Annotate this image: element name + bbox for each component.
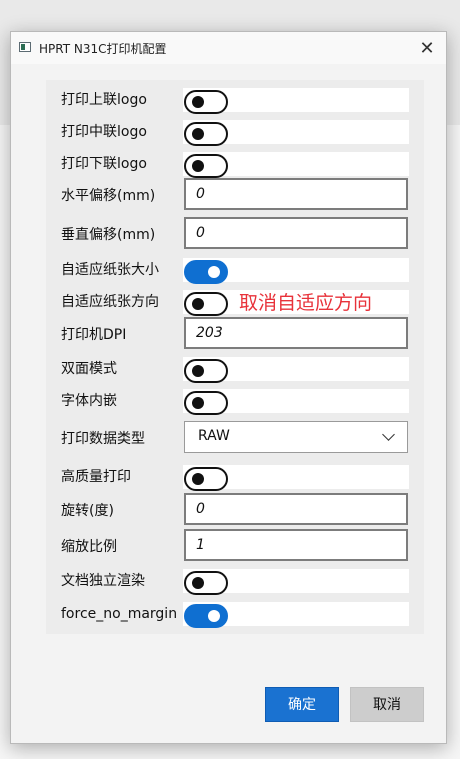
toggle-switch[interactable] <box>184 154 228 178</box>
toggle-switch[interactable] <box>184 122 228 146</box>
setting-row-10: 字体内嵌 <box>61 387 413 415</box>
setting-row-15: 文档独立渲染 <box>61 567 413 595</box>
cancel-button[interactable]: 取消 <box>350 687 424 722</box>
setting-label: 垂直偏移(mm) <box>61 227 156 243</box>
setting-row-12: 高质量打印 <box>61 463 413 491</box>
toggle-switch[interactable] <box>184 604 228 628</box>
data-type-select[interactable]: RAW <box>184 421 408 453</box>
setting-row-11: 打印数据类型 RAW <box>61 421 413 453</box>
toggle-switch[interactable] <box>184 90 228 114</box>
setting-label: 打印上联logo <box>61 92 147 108</box>
toggle-knob <box>192 128 204 140</box>
setting-label: 字体内嵌 <box>61 393 117 409</box>
setting-label: 打印中联logo <box>61 124 147 140</box>
toggle-switch[interactable] <box>184 359 228 383</box>
select-value: RAW <box>198 428 230 444</box>
toggle-knob <box>208 266 220 278</box>
setting-row-14: 缩放比例 <box>61 529 413 561</box>
text-input[interactable] <box>184 178 408 210</box>
settings-panel: 打印上联logo 打印中联logo 打印下联logo 水平偏移(mm) 垂直偏移(mm)… <box>46 80 424 634</box>
setting-label: force_no_margin <box>61 606 178 622</box>
chevron-down-icon <box>382 428 395 441</box>
setting-label: 文档独立渲染 <box>61 573 145 589</box>
text-input[interactable] <box>184 529 408 561</box>
toggle-knob <box>192 365 204 377</box>
toggle-knob <box>192 397 204 409</box>
setting-row-5: 垂直偏移(mm) <box>61 217 413 249</box>
close-icon[interactable]: ✕ <box>408 32 446 64</box>
setting-row-8: 打印机DPI <box>61 317 413 349</box>
setting-row-4: 水平偏移(mm) <box>61 178 413 210</box>
toggle-knob <box>208 610 220 622</box>
setting-row-2: 打印中联logo <box>61 118 413 146</box>
dialog-titlebar: HPRT N31C打印机配置 ✕ <box>11 32 446 64</box>
toggle-switch[interactable] <box>184 260 228 284</box>
setting-row-9: 双面模式 <box>61 355 413 383</box>
setting-label: 缩放比例 <box>61 539 117 555</box>
toggle-switch[interactable] <box>184 467 228 491</box>
toggle-switch[interactable] <box>184 571 228 595</box>
setting-row-1: 打印上联logo <box>61 86 413 114</box>
setting-label: 自适应纸张大小 <box>61 262 159 278</box>
setting-label: 打印下联logo <box>61 156 147 172</box>
printer-app-icon <box>19 42 31 52</box>
setting-label: 水平偏移(mm) <box>61 188 156 204</box>
toggle-switch[interactable] <box>184 292 228 316</box>
text-input[interactable] <box>184 217 408 249</box>
setting-label: 自适应纸张方向 <box>61 294 159 310</box>
toggle-knob <box>192 160 204 172</box>
setting-row-3: 打印下联logo <box>61 150 413 178</box>
setting-label: 双面模式 <box>61 361 117 377</box>
setting-label: 高质量打印 <box>61 469 131 485</box>
setting-row-13: 旋转(度) <box>61 493 413 525</box>
toggle-knob <box>192 96 204 108</box>
setting-row-6: 自适应纸张大小 <box>61 256 413 284</box>
toggle-knob <box>192 577 204 589</box>
text-input[interactable] <box>184 493 408 525</box>
setting-label: 旋转(度) <box>61 503 114 519</box>
text-input[interactable] <box>184 317 408 349</box>
annotation-text: 取消自适应方向 <box>239 292 373 314</box>
dialog-title: HPRT N31C打印机配置 <box>39 42 167 56</box>
setting-label: 打印数据类型 <box>61 431 145 447</box>
toggle-switch[interactable] <box>184 391 228 415</box>
toggle-knob <box>192 298 204 310</box>
setting-row-16: force_no_margin <box>61 600 413 628</box>
ok-button[interactable]: 确定 <box>265 687 339 722</box>
toggle-knob <box>192 473 204 485</box>
printer-config-dialog: HPRT N31C打印机配置 ✕ 打印上联logo 打印中联logo 打印下联log… <box>10 31 447 744</box>
setting-label: 打印机DPI <box>61 327 127 343</box>
